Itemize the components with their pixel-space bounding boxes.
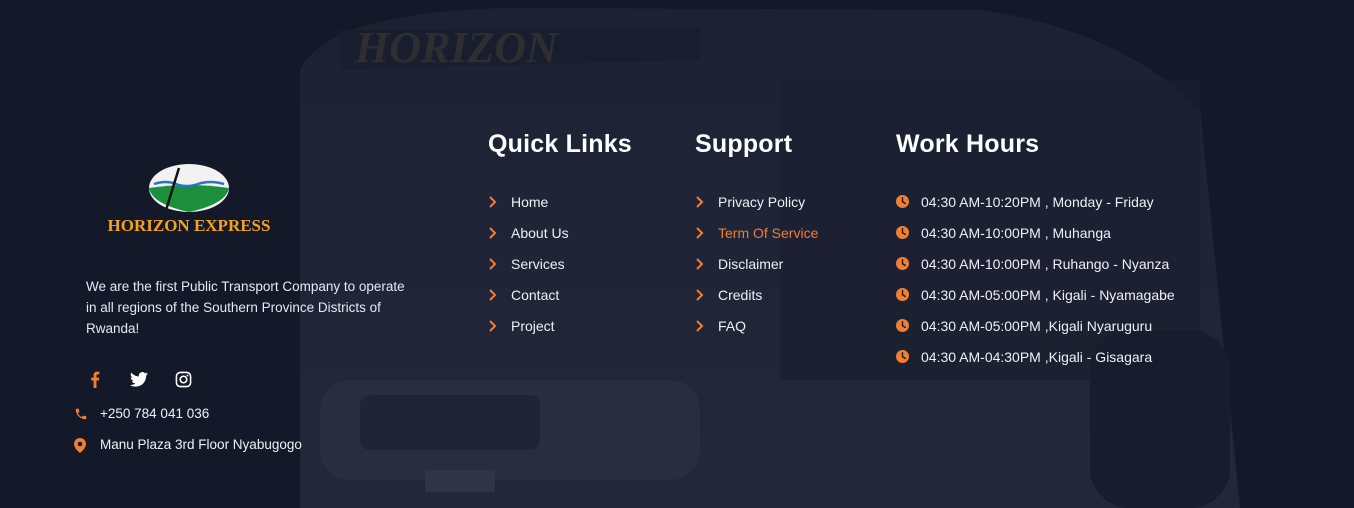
quick-link-services[interactable]: Services — [488, 248, 632, 279]
support-column: Support Privacy Policy Term Of Service D… — [695, 130, 818, 341]
logo-text: HORIZON EXPRESS — [108, 216, 271, 235]
work-hours-item: 04:30 AM-04:30PM ,Kigali - Gisagara — [896, 341, 1175, 372]
support-link-label: Disclaimer — [718, 255, 784, 272]
support-link-label: FAQ — [718, 317, 747, 334]
support-link-disclaimer[interactable]: Disclaimer — [695, 248, 818, 279]
chevron-right-icon — [695, 226, 705, 239]
address-contact: Manu Plaza 3rd Floor Nyabugogo — [74, 437, 302, 453]
support-heading: Support — [695, 130, 793, 158]
work-hours-text: 04:30 AM-05:00PM ,Kigali Nyaruguru — [921, 317, 1153, 334]
instagram-icon[interactable] — [172, 368, 194, 390]
clock-icon — [896, 257, 909, 270]
quick-link-about-us[interactable]: About Us — [488, 217, 632, 248]
work-hours-item: 04:30 AM-10:00PM , Muhanga — [896, 217, 1175, 248]
chevron-right-icon — [488, 288, 498, 301]
chevron-right-icon — [695, 288, 705, 301]
work-hours-heading: Work Hours — [896, 130, 1040, 158]
clock-icon — [896, 350, 909, 363]
quick-link-label: Contact — [511, 286, 560, 303]
quick-link-contact[interactable]: Contact — [488, 279, 632, 310]
phone-contact[interactable]: +250 784 041 036 — [74, 406, 209, 421]
quick-links-list: Home About Us Services Contact Project — [488, 186, 632, 341]
location-pin-icon — [74, 437, 88, 453]
quick-link-home[interactable]: Home — [488, 186, 632, 217]
support-link-term-of-service[interactable]: Term Of Service — [695, 217, 818, 248]
chevron-right-icon — [488, 226, 498, 239]
work-hours-column: Work Hours 04:30 AM-10:20PM , Monday - F… — [896, 130, 1175, 372]
site-footer: HORIZON HORIZON EXPRESS We are the first… — [0, 0, 1354, 508]
support-links-list: Privacy Policy Term Of Service Disclaime… — [695, 186, 818, 341]
support-link-label: Privacy Policy — [718, 193, 806, 210]
support-link-privacy-policy[interactable]: Privacy Policy — [695, 186, 818, 217]
address-text: Manu Plaza 3rd Floor Nyabugogo — [100, 437, 302, 452]
quick-link-project[interactable]: Project — [488, 310, 632, 341]
clock-icon — [896, 195, 909, 208]
chevron-right-icon — [488, 319, 498, 332]
company-description: We are the first Public Transport Compan… — [86, 279, 405, 336]
quick-link-label: About Us — [511, 224, 569, 241]
work-hours-text: 04:30 AM-05:00PM , Kigali - Nyamagabe — [921, 286, 1175, 303]
clock-icon — [896, 226, 909, 239]
chevron-right-icon — [488, 257, 498, 270]
chevron-right-icon — [488, 195, 498, 208]
horizon-express-logo: HORIZON EXPRESS — [108, 164, 271, 235]
support-link-credits[interactable]: Credits — [695, 279, 818, 310]
social-links — [84, 368, 194, 390]
support-link-label: Term Of Service — [718, 224, 819, 241]
quick-link-label: Services — [511, 255, 565, 272]
chevron-right-icon — [695, 319, 705, 332]
quick-link-label: Project — [511, 317, 555, 334]
chevron-right-icon — [695, 195, 705, 208]
clock-icon — [896, 288, 909, 301]
work-hours-text: 04:30 AM-10:00PM , Ruhango - Nyanza — [921, 255, 1170, 272]
phone-icon — [74, 407, 88, 421]
quick-link-label: Home — [511, 193, 549, 210]
work-hours-text: 04:30 AM-10:20PM , Monday - Friday — [921, 193, 1154, 210]
work-hours-item: 04:30 AM-10:00PM , Ruhango - Nyanza — [896, 248, 1175, 279]
work-hours-text: 04:30 AM-10:00PM , Muhanga — [921, 224, 1111, 241]
work-hours-item: 04:30 AM-10:20PM , Monday - Friday — [896, 186, 1175, 217]
work-hours-item: 04:30 AM-05:00PM ,Kigali Nyaruguru — [896, 310, 1175, 341]
support-link-faq[interactable]: FAQ — [695, 310, 818, 341]
phone-number: +250 784 041 036 — [100, 406, 210, 421]
chevron-right-icon — [695, 257, 705, 270]
work-hours-item: 04:30 AM-05:00PM , Kigali - Nyamagabe — [896, 279, 1175, 310]
twitter-icon[interactable] — [128, 368, 150, 390]
work-hours-text: 04:30 AM-04:30PM ,Kigali - Gisagara — [921, 348, 1153, 365]
quick-links-column: Quick Links Home About Us Services Conta… — [488, 130, 632, 341]
support-link-label: Credits — [718, 286, 763, 303]
clock-icon — [896, 319, 909, 332]
work-hours-list: 04:30 AM-10:20PM , Monday - Friday 04:30… — [896, 186, 1175, 372]
facebook-icon[interactable] — [84, 368, 106, 390]
quick-links-heading: Quick Links — [488, 130, 632, 158]
